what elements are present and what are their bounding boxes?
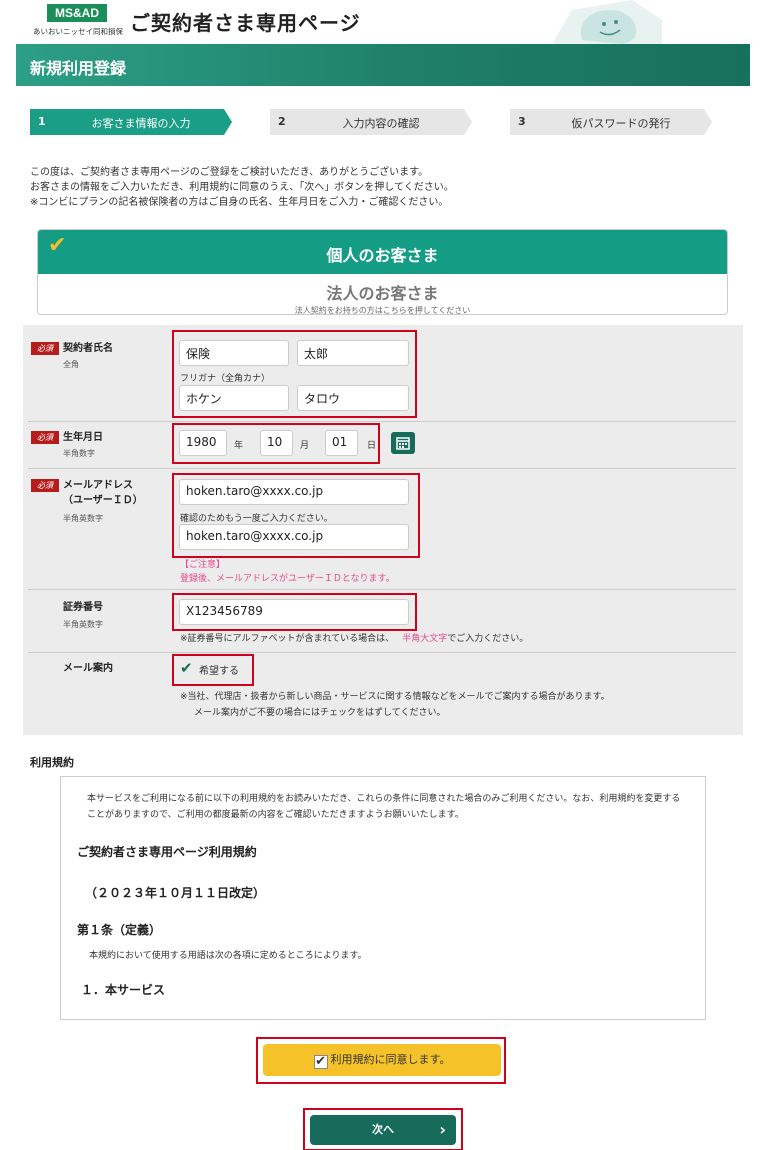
terms-item-heading: １．本サービス <box>81 983 166 997</box>
email-confirm-input[interactable]: hoken.taro@xxxx.co.jp <box>179 524 409 550</box>
required-badge: 必須 <box>31 479 59 492</box>
policy-number-hint: ※証券番号にアルファベットが含まれている場合は、 半角大文字でご入力ください。 <box>180 631 528 644</box>
birth-day-input[interactable]: 01 <box>325 430 358 456</box>
year-unit: 年 <box>234 441 244 451</box>
terms-scroll-box[interactable]: 本サービスをご利用になる前に以下の利用規約をお読みいただき、これらの条件に同意さ… <box>60 776 706 1020</box>
kana-label: フリガナ（全角カナ） <box>180 374 271 384</box>
intro-line: お客さまの情報をご入力いただき、利用規約に同意のうえ、「次へ」ボタンを押してくだ… <box>30 182 454 193</box>
logo-company-name: あいおいニッセイ同和損保 <box>33 27 123 36</box>
next-button[interactable]: 次へ › <box>310 1115 456 1145</box>
step-number: 3 <box>518 115 526 128</box>
intro-line: ※コンビにプランの記名被保険者の方はご自身の氏名、生年月日をご入力・ご確認くださ… <box>30 197 449 208</box>
terms-intro: 本サービスをご利用になる前に以下の利用規約をお読みいただき、これらの条件に同意さ… <box>87 794 681 820</box>
intro-line: この度は、ご契約者さま専用ページのご登録をご検討いただき、ありがとうございます。 <box>30 167 429 178</box>
personal-customer-option[interactable]: ✔ 個人のお客さま <box>38 230 727 274</box>
agree-checkbox[interactable]: ✔ <box>313 1055 328 1069</box>
birth-month-input[interactable]: 10 <box>260 430 293 456</box>
agree-terms-label: 利用規約に同意します。 <box>330 1053 451 1066</box>
page-title-bar: 新規利用登録 <box>16 44 750 86</box>
birth-label: 生年月日 <box>63 432 103 443</box>
email-label: メールアドレス <box>63 480 133 491</box>
mail-guide-checkbox[interactable]: ✔ <box>180 661 194 676</box>
policy-number-label: 証券番号 <box>63 602 103 613</box>
corporate-customer-option[interactable]: 法人のお客さま 法人契約をお持ちの方はこちらを押してください <box>38 274 727 315</box>
customer-type-selector: ✔ 個人のお客さま 法人のお客さま 法人契約をお持ちの方はこちらを押してください <box>37 229 728 315</box>
required-badge: 必須 <box>31 342 59 355</box>
policy-number-input[interactable]: X123456789 <box>179 599 409 625</box>
step-label: 仮パスワードの発行 <box>571 117 671 130</box>
email-sub: 半角英数字 <box>63 514 103 523</box>
step-number: 2 <box>278 115 286 128</box>
calendar-icon[interactable] <box>391 432 415 454</box>
mail-guide-checkbox-label[interactable]: 希望する <box>199 662 239 677</box>
step-2: 2 入力内容の確認 <box>270 109 472 135</box>
mail-guide-label: メール案内 <box>63 663 113 674</box>
row-divider <box>28 652 736 653</box>
page-title: 新規利用登録 <box>30 59 127 78</box>
first-name-input[interactable]: 太郎 <box>297 340 409 366</box>
personal-customer-label: 個人のお客さま <box>326 246 439 265</box>
step-3: 3 仮パスワードの発行 <box>510 109 712 135</box>
policy-hint-text: でご入力ください。 <box>447 634 529 644</box>
chevron-right-icon: › <box>439 1120 446 1139</box>
registration-form: 必須 契約者氏名 全角 保険 太郎 フリガナ（全角カナ） ホケン タロウ 必須 … <box>23 325 743 735</box>
first-name-kana-input[interactable]: タロウ <box>297 385 409 411</box>
mail-guide-note: メール案内がご不要の場合にはチェックをはずしてください。 <box>194 708 446 718</box>
month-unit: 月 <box>300 441 310 451</box>
step-label: 入力内容の確認 <box>342 117 420 130</box>
mail-guide-note: ※当社、代理店・扱者から新しい商品・サービスに関する情報などをメールでご案内する… <box>180 692 610 702</box>
terms-revision: （２０２３年１０月１１日改定） <box>85 886 266 900</box>
policy-hint-emphasis: 半角大文字 <box>402 634 448 644</box>
email-label-sub: （ユーザーＩＤ） <box>63 495 143 506</box>
birth-year-input[interactable]: 1980 <box>179 430 227 456</box>
terms-article-heading: 第１条（定義） <box>77 923 162 937</box>
company-logo[interactable]: MS&AD あいおいニッセイ同和損保 <box>33 4 123 37</box>
corporate-customer-label: 法人のお客さま <box>326 284 439 303</box>
name-label: 契約者氏名 <box>63 343 113 354</box>
last-name-kana-input[interactable]: ホケン <box>179 385 289 411</box>
last-name-input[interactable]: 保険 <box>179 340 289 366</box>
name-sub: 全角 <box>63 360 79 369</box>
mascot-illustration <box>552 0 662 44</box>
step-label: お客さま情報の入力 <box>91 117 191 130</box>
row-divider <box>28 421 736 422</box>
step-1: 1 お客さま情報の入力 <box>30 109 232 135</box>
logo-mark: MS&AD <box>47 4 107 22</box>
site-title: ご契約者さま専用ページ <box>130 11 361 35</box>
terms-title: ご契約者さま専用ページ利用規約 <box>77 845 257 859</box>
site-header: MS&AD あいおいニッセイ同和損保 ご契約者さま専用ページ <box>0 0 760 44</box>
email-input[interactable]: hoken.taro@xxxx.co.jp <box>179 479 409 505</box>
email-note: 登録後、メールアドレスがユーザーＩＤとなります。 <box>180 574 395 584</box>
policy-number-sub: 半角英数字 <box>63 620 103 629</box>
intro-text: この度は、ご契約者さま専用ページのご登録をご検討いただき、ありがとうございます。… <box>30 165 730 210</box>
step-number: 1 <box>38 115 46 128</box>
progress-steps: 1 お客さま情報の入力 2 入力内容の確認 3 仮パスワードの発行 <box>30 109 730 135</box>
policy-hint-text: ※証券番号にアルファベットが含まれている場合は、 <box>180 634 395 644</box>
required-badge: 必須 <box>31 431 59 444</box>
day-unit: 日 <box>367 441 377 451</box>
email-confirm-hint: 確認のためもう一度ご入力ください。 <box>180 514 333 524</box>
terms-section-title: 利用規約 <box>30 756 74 769</box>
birth-sub: 半角数字 <box>63 449 95 458</box>
corporate-customer-sub: 法人契約をお持ちの方はこちらを押してください <box>294 306 471 315</box>
row-divider <box>28 468 736 469</box>
agree-terms-button[interactable]: ✔ 利用規約に同意します。 <box>263 1044 501 1076</box>
next-button-label: 次へ <box>372 1123 394 1136</box>
row-divider <box>28 589 736 590</box>
terms-article-text: 本規約において使用する用語は次の各項に定めるところによります。 <box>89 951 367 961</box>
email-note-title: 【ご注意】 <box>180 560 226 570</box>
